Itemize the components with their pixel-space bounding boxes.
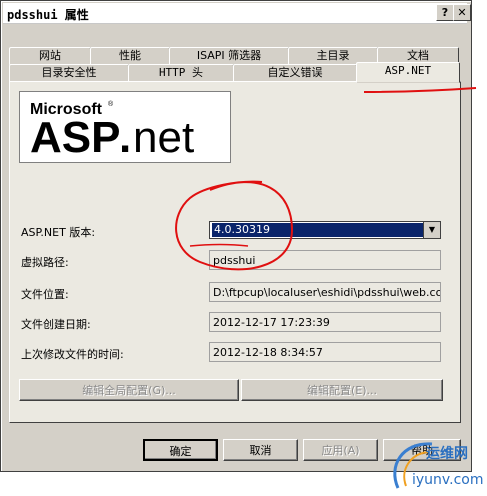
annotation-circle-stroke xyxy=(175,180,294,271)
watermark-url-text: iyunv.com xyxy=(412,472,483,488)
site-watermark: 运维网 iyunv.com xyxy=(384,436,487,493)
watermark-swirl-icon: 运维网 iyunv.com xyxy=(393,442,483,489)
annotation-underline-stroke xyxy=(363,87,477,93)
tab-label: ASP.NET xyxy=(384,64,432,77)
annotation-tick-stroke xyxy=(189,243,249,247)
watermark-cn-text: 运维网 xyxy=(426,445,468,462)
tab-aspnet[interactable]: ASP.NET xyxy=(356,62,460,83)
